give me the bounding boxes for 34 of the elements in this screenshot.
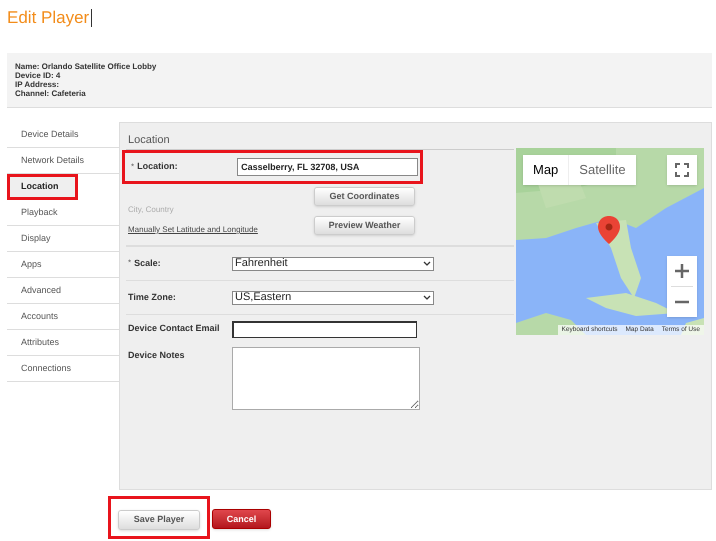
text-cursor <box>91 9 92 27</box>
field-label: Device Contact Email <box>128 322 220 336</box>
page-title: Edit Player <box>7 7 90 29</box>
field-label: Location: <box>137 160 179 174</box>
required-mark: * <box>131 161 134 173</box>
form-button[interactable]: Save Player <box>118 510 200 530</box>
hint-text: City, Country <box>128 204 175 216</box>
field-label: Device Notes <box>128 349 185 362</box>
chevron-icon <box>423 294 431 300</box>
chevron-icon <box>423 260 431 266</box>
fullscreen-button[interactable] <box>667 155 697 185</box>
panel-title: Location <box>127 133 171 148</box>
plus-icon <box>675 264 689 278</box>
dropdown[interactable]: Fahrenheit <box>232 256 434 270</box>
fullscreen-icon <box>675 163 689 177</box>
info-text: Device ID: 4 <box>15 71 62 80</box>
manual-coordinates-link[interactable]: Manually Set Latitude and Longitude <box>128 224 314 236</box>
notes-field[interactable] <box>232 347 420 410</box>
minus-icon <box>675 300 689 304</box>
info-text: Name: Orlando Satellite Office Lobby <box>15 62 158 71</box>
sidebar-item[interactable]: Location <box>7 174 78 200</box>
email-field[interactable] <box>232 320 417 338</box>
map-type-tab[interactable]: Satellite <box>568 155 636 185</box>
field-label: Time Zone: <box>128 290 176 304</box>
required-mark: * <box>128 256 132 269</box>
dropdown[interactable]: US,Eastern <box>232 290 434 304</box>
map-type-tab[interactable]: Map <box>523 155 568 185</box>
location-field[interactable]: Casselberry, FL 32708, USA <box>237 158 418 176</box>
info-text: Channel: Cafeteria <box>15 89 87 98</box>
action-button[interactable]: Preview Weather <box>314 216 415 235</box>
info-text: IP Address: <box>15 80 60 89</box>
action-button[interactable]: Get Coordinates <box>314 187 415 206</box>
field-label: Scale: <box>134 256 161 270</box>
form-button[interactable]: Cancel <box>212 509 271 530</box>
